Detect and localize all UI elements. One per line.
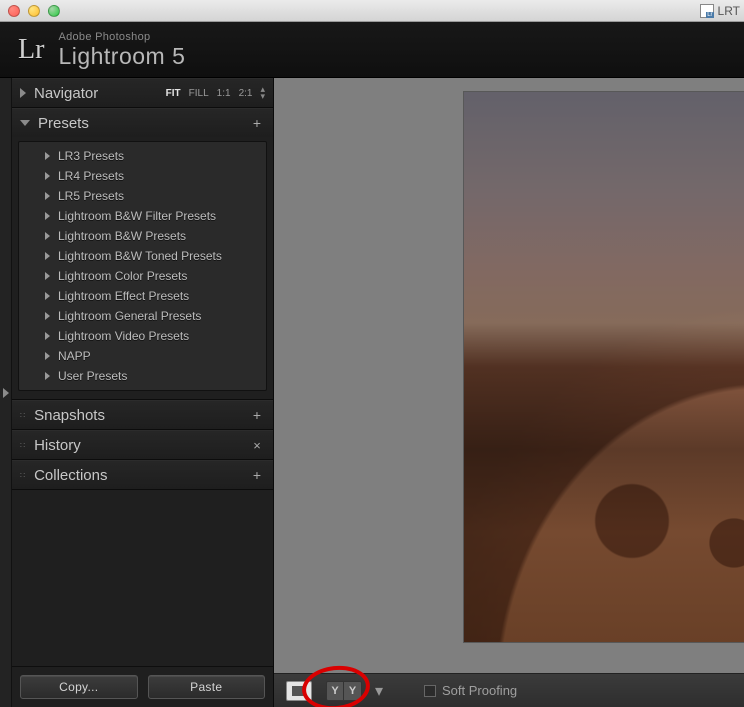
disclosure-triangle-icon [45, 352, 50, 360]
develop-toolbar: Y Y ▾ Soft Proofing [274, 673, 744, 707]
panel-grip-icon: ∷ [20, 411, 26, 420]
preset-folder-label: LR5 Presets [58, 189, 124, 203]
panel-title: Snapshots [34, 407, 249, 424]
disclosure-triangle-icon [45, 312, 50, 320]
panel-history-header[interactable]: ∷ History × [12, 431, 273, 459]
disclosure-triangle-icon [45, 252, 50, 260]
before-after-dropdown[interactable]: ▾ [372, 681, 386, 701]
presets-tree: LR3 Presets LR4 Presets LR5 Presets Lightro… [18, 141, 267, 391]
panel-title: History [34, 437, 249, 454]
panel-history: ∷ History × [12, 430, 273, 460]
preset-folder-label: Lightroom B&W Toned Presets [58, 249, 222, 263]
panel-title: Navigator [34, 85, 166, 102]
disclosure-triangle-icon [45, 212, 50, 220]
disclosure-triangle-icon [45, 192, 50, 200]
add-snapshot-button[interactable]: + [249, 407, 265, 423]
close-window-button[interactable] [8, 5, 20, 17]
window-controls [8, 5, 60, 17]
panel-grip-icon: ∷ [20, 471, 26, 480]
panel-presets: Presets + LR3 Presets LR4 Presets LR5 Pres… [12, 108, 273, 400]
preset-folder[interactable]: LR4 Presets [19, 166, 266, 186]
panel-presets-header[interactable]: Presets + [12, 109, 273, 137]
panel-collections: ∷ Collections + [12, 460, 273, 490]
preset-folder-label: Lightroom Video Presets [58, 329, 189, 343]
brand-adobe: Adobe Photoshop [58, 32, 185, 43]
panel-snapshots: ∷ Snapshots + [12, 400, 273, 430]
preset-folder[interactable]: Lightroom B&W Toned Presets [19, 246, 266, 266]
zoom-fit[interactable]: FIT [166, 88, 181, 99]
soft-proofing-toggle[interactable]: Soft Proofing [424, 683, 517, 698]
sidebar-collapse-handle[interactable] [0, 78, 12, 707]
panel-title: Presets [38, 115, 249, 132]
preset-folder-label: Lightroom General Presets [58, 309, 201, 323]
disclosure-triangle-icon [20, 88, 26, 98]
panel-snapshots-header[interactable]: ∷ Snapshots + [12, 401, 273, 429]
preset-folder-label: Lightroom B&W Presets [58, 229, 186, 243]
add-collection-button[interactable]: + [249, 467, 265, 483]
panel-title: Collections [34, 467, 249, 484]
preset-folder[interactable]: NAPP [19, 346, 266, 366]
content-area: Y Y ▾ Soft Proofing [274, 78, 744, 707]
minimize-window-button[interactable] [28, 5, 40, 17]
zoom-stepper-icon[interactable]: ▴▾ [260, 86, 265, 100]
add-preset-button[interactable]: + [249, 115, 265, 131]
preset-folder-label: User Presets [58, 369, 127, 383]
brand-product: Lightroom 5 [58, 45, 185, 68]
app-header: Lr Adobe Photoshop Lightroom 5 [0, 22, 744, 78]
disclosure-triangle-icon [45, 272, 50, 280]
preset-folder-label: Lightroom Color Presets [58, 269, 187, 283]
disclosure-triangle-icon [45, 232, 50, 240]
disclosure-triangle-icon [45, 172, 50, 180]
soft-proofing-label: Soft Proofing [442, 683, 517, 698]
preset-folder-label: NAPP [58, 349, 91, 363]
image-canvas[interactable] [274, 78, 744, 673]
lightroom-logo: Lr [18, 34, 44, 66]
disclosure-triangle-icon [45, 152, 50, 160]
disclosure-triangle-icon [45, 332, 50, 340]
preview-photo [464, 92, 744, 642]
preset-folder-label: Lightroom B&W Filter Presets [58, 209, 216, 223]
document-icon [700, 4, 714, 18]
preset-folder-label: LR3 Presets [58, 149, 124, 163]
preset-folder[interactable]: Lightroom B&W Filter Presets [19, 206, 266, 226]
preset-folder[interactable]: LR3 Presets [19, 146, 266, 166]
panel-navigator: Navigator FIT FILL 1:1 2:1 ▴▾ [12, 78, 273, 108]
before-after-right-button[interactable]: Y [344, 681, 362, 701]
preset-folder[interactable]: Lightroom Color Presets [19, 266, 266, 286]
paste-button[interactable]: Paste [148, 675, 266, 699]
preset-folder[interactable]: User Presets [19, 366, 266, 386]
title-document-label: LRT [718, 4, 740, 18]
zoom-1to1[interactable]: 1:1 [217, 88, 231, 99]
zoom-custom[interactable]: 2:1 [239, 88, 253, 99]
title-document: LRT [700, 4, 740, 18]
copy-button[interactable]: Copy... [20, 675, 138, 699]
preset-folder[interactable]: Lightroom Effect Presets [19, 286, 266, 306]
panel-navigator-header[interactable]: Navigator FIT FILL 1:1 2:1 ▴▾ [12, 79, 273, 107]
preset-folder[interactable]: LR5 Presets [19, 186, 266, 206]
before-after-group: Y Y [326, 681, 362, 701]
sidebar-footer: Copy... Paste [12, 666, 273, 707]
chevron-left-icon [3, 388, 9, 398]
preset-folder[interactable]: Lightroom General Presets [19, 306, 266, 326]
panel-grip-icon: ∷ [20, 441, 26, 450]
preset-folder-label: Lightroom Effect Presets [58, 289, 189, 303]
loupe-view-button[interactable] [286, 681, 312, 701]
clear-history-button[interactable]: × [249, 438, 265, 453]
zoom-fill[interactable]: FILL [189, 88, 209, 99]
brand-block: Adobe Photoshop Lightroom 5 [58, 32, 185, 68]
checkbox-icon [424, 685, 436, 697]
window-titlebar: LRT [0, 0, 744, 22]
before-after-left-button[interactable]: Y [326, 681, 344, 701]
preset-folder[interactable]: Lightroom B&W Presets [19, 226, 266, 246]
panel-collections-header[interactable]: ∷ Collections + [12, 461, 273, 489]
disclosure-triangle-icon [45, 292, 50, 300]
disclosure-triangle-icon [45, 372, 50, 380]
zoom-window-button[interactable] [48, 5, 60, 17]
left-sidebar: Navigator FIT FILL 1:1 2:1 ▴▾ [12, 78, 274, 707]
preset-folder-label: LR4 Presets [58, 169, 124, 183]
disclosure-triangle-icon [20, 120, 30, 126]
preset-folder[interactable]: Lightroom Video Presets [19, 326, 266, 346]
